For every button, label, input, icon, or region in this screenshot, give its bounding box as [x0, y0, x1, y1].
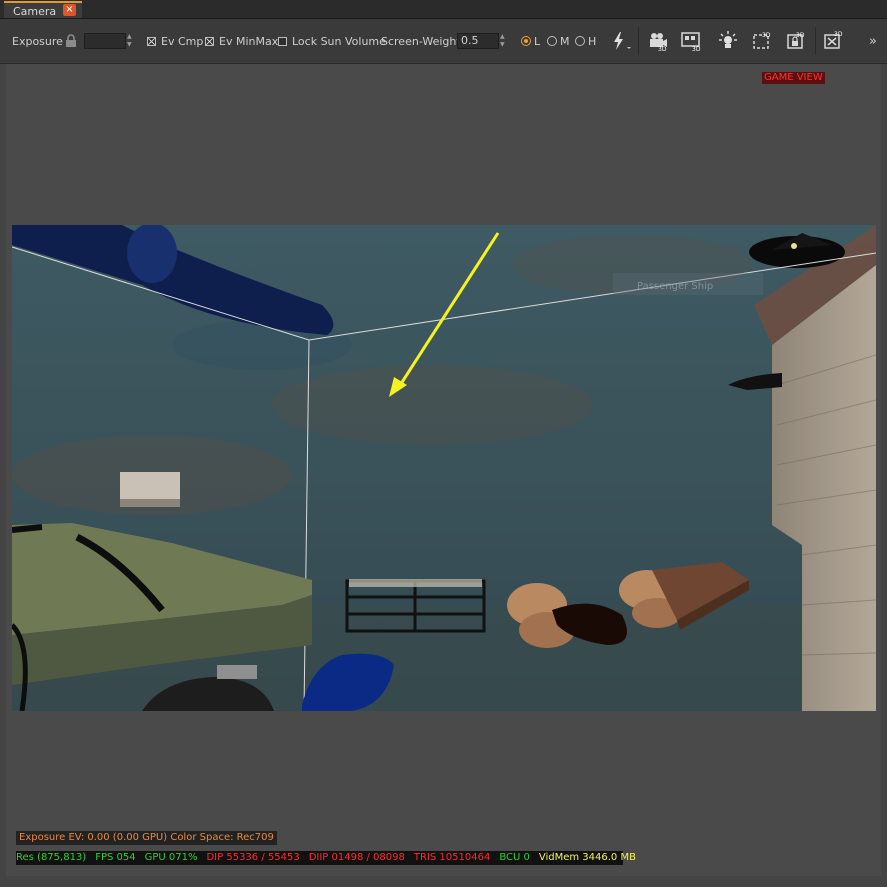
ev-cmp-checkbox[interactable]: Ev Cmp [147, 19, 203, 63]
lod-medium-radio-icon [547, 36, 557, 46]
ev-minmax-label: Ev MinMax [219, 34, 279, 48]
stat-tris: TRIS 10510464 [413, 852, 491, 863]
render-stats: Res (875,813) FPS 054 GPU 071% DIP 55336… [16, 851, 636, 865]
tab-close-icon[interactable]: × [63, 4, 76, 16]
light-bulb-icon[interactable] [716, 30, 740, 52]
scene-image: Passenger Ship [12, 225, 876, 711]
box-3d-icon[interactable]: 3D [751, 30, 775, 52]
ev-cmp-check-icon [147, 36, 156, 46]
camera-3d-icon[interactable]: 3D [646, 30, 670, 52]
box-3d-badge: 3D [762, 32, 771, 39]
lock-icon[interactable] [65, 19, 77, 63]
lock-sun-volume-check-icon [278, 36, 287, 46]
exposure-input[interactable] [84, 33, 126, 49]
lod-radio-low[interactable]: L [521, 19, 540, 63]
exposure-label: Exposure [12, 34, 63, 48]
tab-camera[interactable]: Camera × [4, 1, 82, 18]
lock-sun-volume-checkbox[interactable]: Lock Sun Volume [278, 19, 386, 63]
scene-render[interactable]: Passenger Ship [12, 225, 876, 711]
lod-low-label: L [534, 34, 541, 48]
lod-radio-medium[interactable]: M [547, 19, 570, 63]
stat-fps: FPS 054 [95, 852, 136, 863]
camera-toolbar: Exposure ▲ ▼ Ev Cmp Ev MinMax Lock Sun Vo… [0, 19, 887, 64]
ev-minmax-checkbox[interactable]: Ev MinMax [205, 19, 278, 63]
ev-cmp-label: Ev Cmp [161, 34, 204, 48]
ghost-object-label: Passenger Ship [637, 281, 713, 292]
display-3d-badge: 3D [692, 46, 701, 52]
stat-bcu: BCU 0 [499, 852, 530, 863]
tab-bar: Camera × [0, 0, 887, 19]
toolbar-separator [638, 27, 639, 55]
stat-res: Res (875,813) [16, 852, 87, 863]
display-3d-icon[interactable]: 3D [680, 30, 704, 52]
stat-diip: DIIP 01498 / 08098 [308, 852, 405, 863]
lock-3d-badge: 3D [796, 32, 805, 39]
lod-medium-label: M [560, 34, 570, 48]
lock-3d-icon[interactable]: 3D [785, 30, 809, 52]
screen-weight-stepper[interactable]: ▲ ▼ [500, 33, 508, 49]
exposure-stepper[interactable]: ▲ ▼ [127, 33, 135, 49]
camera-3d-badge: 3D [658, 46, 667, 52]
lod-high-radio-icon [575, 36, 585, 46]
toolbar-separator [815, 27, 816, 55]
lod-radio-high[interactable]: H [575, 19, 596, 63]
lod-high-label: H [588, 34, 597, 48]
stat-vidmem: VidMem 3446.0 MB [538, 852, 636, 863]
close-3d-badge: 3D [834, 31, 843, 38]
screen-weight-label: Screen-Weight [381, 34, 461, 48]
lock-sun-volume-label: Lock Sun Volume [292, 34, 386, 48]
game-view-badge: GAME VIEW [762, 72, 825, 84]
stat-gpu: GPU 071% [144, 852, 198, 863]
exposure-stats: Exposure EV: 0.00 (0.00 GPU) Color Space… [16, 831, 277, 845]
stat-dip: DIP 55336 / 55453 [206, 852, 300, 863]
overflow-chevron-icon[interactable]: » [869, 19, 877, 63]
lod-low-radio-icon [521, 36, 531, 46]
lightning-icon[interactable] [608, 30, 632, 52]
screen-weight-input[interactable]: 0.5 [457, 33, 499, 49]
close-3d-icon[interactable]: 3D [822, 30, 846, 52]
tab-camera-label: Camera [13, 5, 57, 18]
ev-minmax-check-icon [205, 36, 214, 46]
